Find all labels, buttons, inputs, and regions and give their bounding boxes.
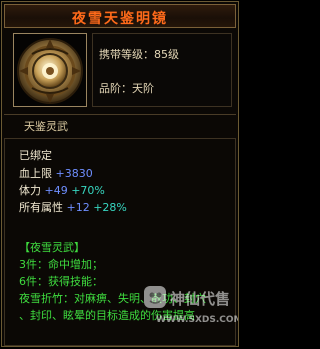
watermark-text: 神仙代售: [170, 290, 230, 308]
grade-value: 天阶: [132, 82, 154, 95]
carry-level-value: 85级: [154, 48, 179, 61]
watermark: 神仙代售 WWW.SXDS.COM: [142, 282, 239, 346]
bound-status: 已绑定: [19, 149, 52, 162]
stat-hp-value: +3830: [55, 167, 93, 180]
stat-stamina-pct: +70%: [71, 184, 105, 197]
divider: [4, 114, 236, 115]
set-bonus-6: 6件：获得技能：: [19, 275, 103, 288]
stat-allattr-pct: +28%: [93, 201, 127, 214]
stat-allattr-label: 所有属性: [19, 201, 63, 214]
item-info-box: 携带等级：85级 品阶：天阶: [92, 33, 232, 107]
stat-hp-label: 血上限: [19, 167, 52, 180]
item-tooltip: 夜雪天鉴明镜 携带等级：85级 品阶：天阶 天鉴灵武 已绑定 血上限 +3830…: [1, 1, 239, 347]
stat-stamina-value: +49: [44, 184, 68, 197]
mirror-icon: [17, 38, 83, 104]
watermark-logo-icon: 神仙代售 WWW.SXDS.COM: [144, 286, 239, 325]
item-name: 夜雪天鉴明镜: [72, 11, 168, 27]
grade: 品阶：天阶: [99, 80, 154, 96]
stat-stamina-label: 体力: [19, 184, 41, 197]
set-title: 【夜雪灵武】: [19, 241, 85, 254]
watermark-url: WWW.SXDS.COM: [156, 315, 239, 325]
stat-all-attributes: 所有属性 +12 +28%: [19, 199, 127, 215]
set-bonus-3: 3件：命中增加；: [19, 258, 103, 271]
grade-label: 品阶：: [99, 82, 132, 95]
carry-level-label: 携带等级：: [99, 48, 154, 61]
title-bar: 夜雪天鉴明镜: [4, 4, 236, 28]
stat-hp: 血上限 +3830: [19, 165, 93, 181]
carry-level: 携带等级：85级: [99, 46, 179, 62]
item-header: 携带等级：85级 品阶：天阶: [4, 30, 236, 114]
item-subtitle: 天鉴灵武: [24, 120, 68, 133]
stat-allattr-value: +12: [66, 201, 90, 214]
stat-stamina: 体力 +49 +70%: [19, 182, 105, 198]
item-icon-frame[interactable]: [13, 33, 87, 107]
